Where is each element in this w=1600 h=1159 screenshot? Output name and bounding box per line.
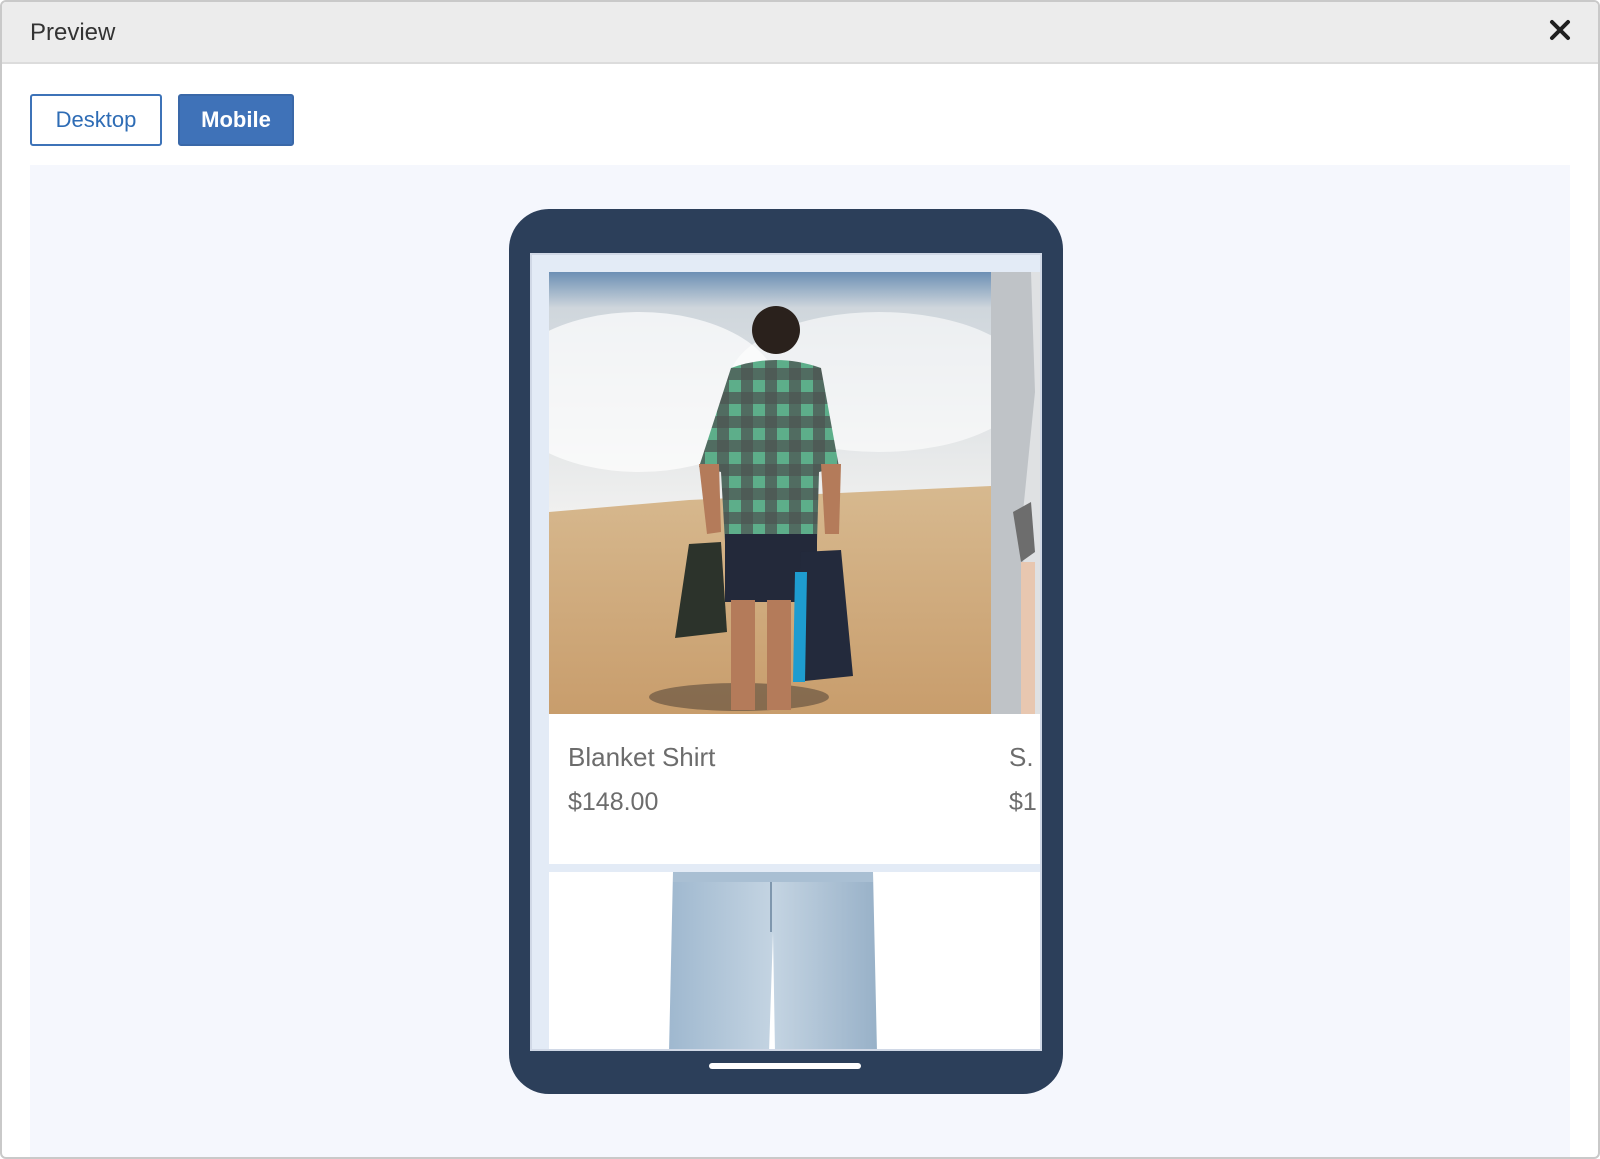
close-icon [1550, 20, 1570, 40]
product-name[interactable]: S. [1009, 742, 1034, 773]
device-home-indicator [709, 1063, 861, 1069]
close-button[interactable] [1544, 14, 1576, 46]
mobile-view-button[interactable]: Mobile [178, 94, 294, 146]
jeans-photo [549, 872, 1040, 1049]
beach-photo [549, 272, 991, 714]
product-card[interactable]: Blanket Shirt $148.00 [549, 272, 991, 864]
dialog-title: Preview [30, 19, 116, 46]
product-card[interactable] [549, 872, 1040, 1049]
product-price: $148.00 [568, 788, 659, 816]
product-name[interactable]: Blanket Shirt [568, 742, 715, 773]
device-screen[interactable]: Blanket Shirt $148.00 S. $1 [530, 253, 1042, 1051]
product-price: $1 [1009, 788, 1037, 816]
dialog-titlebar: Preview [2, 2, 1598, 64]
preview-stage: Blanket Shirt $148.00 S. $1 [30, 165, 1570, 1157]
product-photo [991, 272, 1040, 714]
product-image[interactable] [549, 272, 991, 714]
desktop-view-button[interactable]: Desktop [30, 94, 162, 146]
preview-dialog: Preview Desktop Mobile Blanket Shirt $14… [0, 0, 1600, 1159]
product-card[interactable]: S. $1 [991, 272, 1040, 864]
mobile-device-frame: Blanket Shirt $148.00 S. $1 [509, 209, 1063, 1094]
product-image[interactable] [991, 272, 1040, 714]
